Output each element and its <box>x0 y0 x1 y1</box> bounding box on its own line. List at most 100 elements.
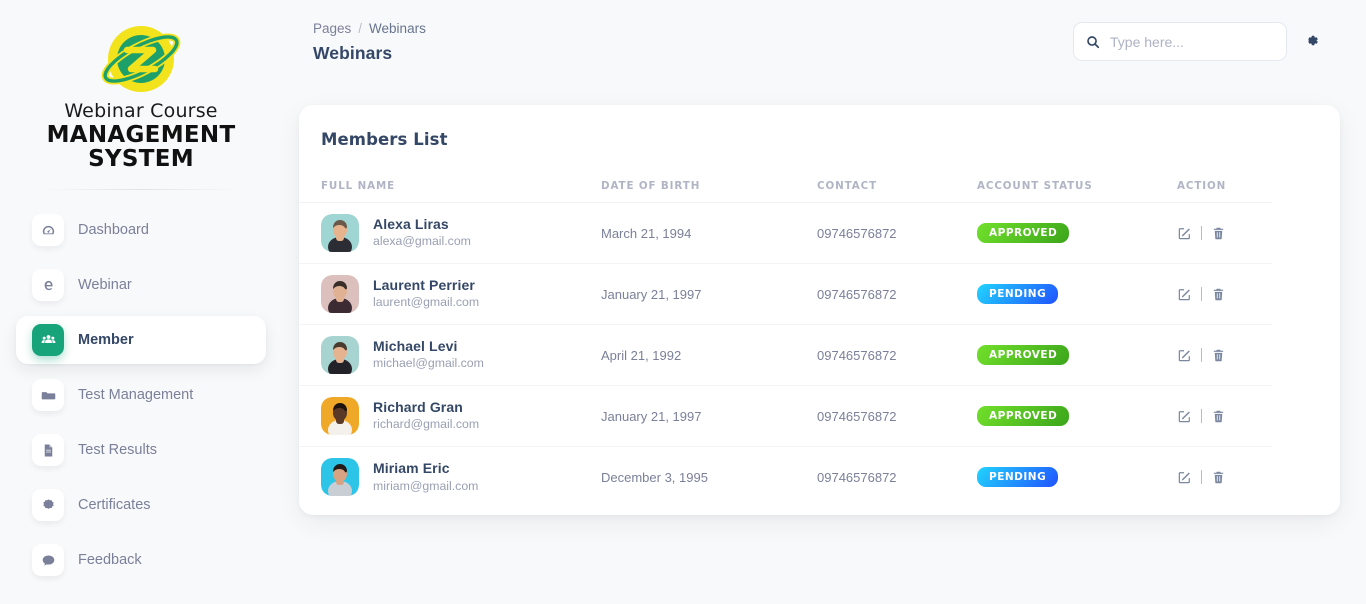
column-header-full-name: FULL NAME <box>299 168 601 203</box>
sidebar-item-test-results[interactable]: Test Results <box>16 426 266 474</box>
cell-action <box>1177 263 1272 325</box>
cell-contact: 09746576872 <box>817 324 977 386</box>
action-divider <box>1201 409 1202 423</box>
cell-action <box>1177 385 1272 447</box>
avatar <box>321 214 359 252</box>
status-badge: PENDING <box>977 284 1059 304</box>
cell-action <box>1177 447 1272 508</box>
delete-icon[interactable] <box>1211 470 1226 485</box>
member-email: michael@gmail.com <box>373 356 484 371</box>
column-header-account-status: ACCOUNT STATUS <box>977 168 1177 203</box>
delete-icon[interactable] <box>1211 287 1226 302</box>
action-divider <box>1201 287 1202 301</box>
edit-icon[interactable] <box>1177 287 1192 302</box>
cell-account-status: APPROVED <box>977 385 1177 447</box>
action-divider <box>1201 226 1202 240</box>
sidebar-item-test-management[interactable]: Test Management <box>16 371 266 419</box>
cell-contact: 09746576872 <box>817 263 977 325</box>
page-title: Webinars <box>313 43 393 63</box>
table-header-row: FULL NAME DATE OF BIRTH CONTACT ACCOUNT … <box>299 168 1272 203</box>
cell-date-of-birth: March 21, 1994 <box>601 202 817 264</box>
chat-icon <box>32 544 64 577</box>
member-email: miriam@gmail.com <box>373 478 479 493</box>
members-card: Members List FULL NAME DATE OF BIRTH CON… <box>299 105 1340 515</box>
delete-icon[interactable] <box>1211 409 1226 424</box>
sidebar-item-certificates[interactable]: Certificates <box>16 481 266 529</box>
members-table: FULL NAME DATE OF BIRTH CONTACT ACCOUNT … <box>299 168 1272 508</box>
gear-icon[interactable] <box>1303 32 1321 50</box>
sidebar-item-label: Feedback <box>78 552 142 569</box>
sidebar-nav: Dashboard Webinar Member Test Management… <box>0 206 282 584</box>
member-name: Richard Gran <box>373 398 463 415</box>
sidebar: Webinar Course MANAGEMENT SYSTEM Dashboa… <box>0 0 282 604</box>
search-icon <box>1086 35 1100 49</box>
delete-icon[interactable] <box>1211 226 1226 241</box>
sidebar-item-label: Certificates <box>78 497 151 514</box>
planet-globe-icon <box>95 22 187 98</box>
status-badge: APPROVED <box>977 223 1070 243</box>
status-badge: PENDING <box>977 467 1059 488</box>
app-root: Webinar Course MANAGEMENT SYSTEM Dashboa… <box>0 0 1366 604</box>
brand-line-1: Webinar Course <box>64 100 218 122</box>
badge-icon <box>32 489 64 522</box>
member-name: Michael Levi <box>373 337 458 354</box>
cell-account-status: APPROVED <box>977 324 1177 386</box>
edit-icon[interactable] <box>1177 409 1192 424</box>
sidebar-item-dashboard[interactable]: Dashboard <box>16 206 266 254</box>
breadcrumb-current[interactable]: Webinars <box>369 21 426 36</box>
avatar <box>321 275 359 313</box>
breadcrumb-separator: / <box>358 21 363 36</box>
column-header-action: ACTION <box>1177 168 1272 203</box>
brand-logo[interactable]: Webinar Course MANAGEMENT SYSTEM <box>0 0 282 171</box>
table-row: Alexa Liras alexa@gmail.com March 21, 1994… <box>299 202 1272 264</box>
column-header-date-of-birth: DATE OF BIRTH <box>601 168 817 203</box>
cell-contact: 09746576872 <box>817 385 977 447</box>
table-row: Laurent Perrier laurent@gmail.com January … <box>299 263 1272 325</box>
cell-full-name: Alexa Liras alexa@gmail.com <box>299 202 601 264</box>
cell-date-of-birth: January 21, 1997 <box>601 263 817 325</box>
table-row: Michael Levi michael@gmail.com April 21, 1… <box>299 324 1272 386</box>
edit-icon[interactable] <box>1177 348 1192 363</box>
cell-account-status: APPROVED <box>977 202 1177 264</box>
search-input[interactable] <box>1110 33 1274 50</box>
gauge-icon <box>32 214 64 247</box>
sidebar-item-label: Member <box>78 332 134 349</box>
folder-icon <box>32 379 64 412</box>
edit-icon[interactable] <box>1177 226 1192 241</box>
cell-full-name: Laurent Perrier laurent@gmail.com <box>299 263 601 325</box>
cell-full-name: Michael Levi michael@gmail.com <box>299 324 601 386</box>
sidebar-divider <box>41 189 241 191</box>
breadcrumb-root[interactable]: Pages <box>313 21 351 36</box>
sidebar-item-label: Test Management <box>78 387 194 404</box>
avatar <box>321 458 359 497</box>
sidebar-item-label: Test Results <box>78 442 157 459</box>
table-row: Miriam Eric miriam@gmail.com December 3, 1… <box>299 447 1272 508</box>
avatar <box>321 397 359 435</box>
topbar: Pages / Webinars Webinars <box>282 0 1366 86</box>
status-badge: APPROVED <box>977 345 1070 365</box>
search-box[interactable] <box>1073 22 1287 61</box>
member-name: Miriam Eric <box>373 460 450 476</box>
sidebar-item-label: Webinar <box>78 277 132 294</box>
member-email: richard@gmail.com <box>373 417 480 432</box>
breadcrumb: Pages / Webinars <box>313 21 426 36</box>
avatar <box>321 336 359 374</box>
column-header-contact: CONTACT <box>817 168 977 203</box>
cell-account-status: PENDING <box>977 263 1177 325</box>
cell-contact: 09746576872 <box>817 202 977 264</box>
cell-full-name: Miriam Eric miriam@gmail.com <box>299 447 601 508</box>
table-row: Richard Gran richard@gmail.com January 21,… <box>299 385 1272 447</box>
sidebar-item-member[interactable]: Member <box>16 316 266 365</box>
table-head: FULL NAME DATE OF BIRTH CONTACT ACCOUNT … <box>299 168 1272 203</box>
delete-icon[interactable] <box>1211 348 1226 363</box>
edit-icon[interactable] <box>1177 470 1192 485</box>
sidebar-item-webinar[interactable]: Webinar <box>16 261 266 309</box>
cell-date-of-birth: December 3, 1995 <box>601 469 708 485</box>
sidebar-item-feedback[interactable]: Feedback <box>16 536 266 584</box>
member-name: Alexa Liras <box>373 215 449 232</box>
cell-action <box>1177 202 1272 264</box>
card-title: Members List <box>321 130 448 149</box>
action-divider <box>1201 348 1202 362</box>
sidebar-item-label: Dashboard <box>78 222 149 239</box>
member-name: Laurent Perrier <box>373 276 475 293</box>
